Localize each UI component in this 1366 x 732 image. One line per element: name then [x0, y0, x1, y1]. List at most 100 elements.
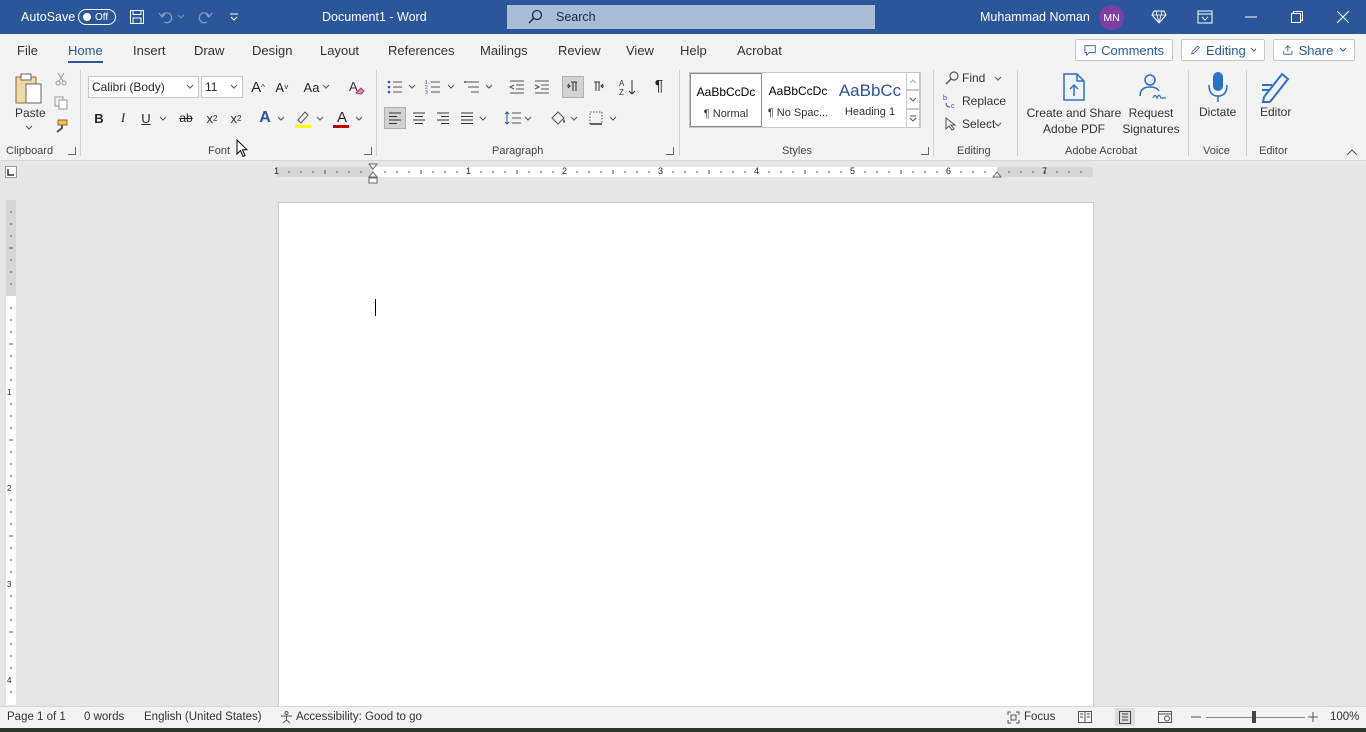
word-count[interactable]: 0 words [84, 711, 124, 723]
tab-review[interactable]: Review [558, 34, 601, 66]
style-heading-1[interactable]: AaBbCc Heading 1 [834, 73, 906, 127]
ltr-text-direction-icon[interactable] [562, 76, 584, 98]
rtl-text-direction-icon[interactable] [589, 78, 607, 96]
indent-marker-icon[interactable] [368, 162, 378, 186]
style-normal[interactable]: AaBbCcDc ¶ Normal [690, 73, 762, 127]
multilevel-dropdown-icon[interactable] [484, 82, 494, 90]
subscript-button[interactable]: x2 [203, 108, 221, 128]
tab-view[interactable]: View [626, 34, 654, 66]
superscript-button[interactable]: x2 [227, 108, 245, 128]
font-color-dropdown-icon[interactable] [354, 114, 364, 122]
zoom-in-icon[interactable] [1307, 711, 1319, 723]
justify-icon[interactable] [458, 109, 476, 127]
editing-mode-button[interactable]: Editing [1181, 39, 1265, 61]
editor-icon[interactable] [1259, 70, 1293, 104]
create-pdf-icon[interactable] [1059, 71, 1089, 103]
redo-icon[interactable] [196, 8, 214, 26]
align-left-icon[interactable] [384, 107, 406, 129]
tab-acrobat[interactable]: Acrobat [737, 34, 782, 66]
zoom-slider-thumb[interactable] [1252, 711, 1256, 723]
borders-icon[interactable] [587, 109, 605, 127]
increase-indent-icon[interactable] [533, 78, 551, 96]
share-button[interactable]: Share [1273, 39, 1355, 61]
justify-dropdown-icon[interactable] [478, 114, 488, 122]
collapse-ribbon-icon[interactable] [1345, 146, 1359, 158]
comments-button[interactable]: Comments [1075, 39, 1173, 61]
select-cursor-icon[interactable] [943, 116, 959, 132]
borders-dropdown-icon[interactable] [608, 114, 618, 122]
tab-file[interactable]: File [17, 34, 38, 66]
tab-draw[interactable]: Draw [194, 34, 224, 66]
tab-references[interactable]: References [388, 34, 454, 66]
styles-scroll-up-icon[interactable] [906, 72, 920, 90]
multilevel-list-icon[interactable] [463, 78, 481, 96]
numbering-dropdown-icon[interactable] [446, 82, 456, 90]
grow-font-icon[interactable]: A ^ [249, 77, 267, 97]
editor-label[interactable]: Editor [1260, 105, 1291, 119]
minimize-button[interactable] [1228, 0, 1274, 34]
create-share-pdf-label[interactable]: Create and Share Adobe PDF [1026, 105, 1122, 137]
clipboard-launcher-icon[interactable] [68, 147, 76, 155]
request-signatures-label[interactable]: Request Signatures [1116, 105, 1186, 137]
avatar[interactable]: MN [1099, 5, 1124, 30]
web-layout-icon[interactable] [1157, 710, 1173, 724]
page-count[interactable]: Page 1 of 1 [7, 711, 66, 723]
align-right-icon[interactable] [434, 109, 452, 127]
highlight-dropdown-icon[interactable] [315, 114, 325, 122]
right-indent-marker-icon[interactable] [992, 170, 1002, 178]
italic-button[interactable]: I [115, 108, 131, 128]
language-status[interactable]: English (United States) [144, 711, 262, 723]
style-no-spacing[interactable]: AaBbCcDc ¶ No Spac... [762, 73, 834, 127]
line-spacing-dropdown-icon[interactable] [523, 114, 533, 122]
vertical-ruler[interactable]: 1 2 3 4 [6, 200, 16, 705]
restore-button[interactable] [1274, 0, 1320, 34]
select-label[interactable]: Select [962, 117, 995, 131]
undo-dropdown-icon[interactable] [176, 8, 186, 26]
cut-icon[interactable] [53, 71, 69, 87]
find-dropdown-icon[interactable] [993, 74, 1003, 82]
align-center-icon[interactable] [410, 109, 428, 127]
document-page[interactable] [278, 202, 1094, 722]
text-effects-dropdown-icon[interactable] [276, 114, 286, 122]
tab-home[interactable]: Home [68, 34, 103, 66]
paste-dropdown-icon[interactable] [24, 123, 34, 131]
paragraph-launcher-icon[interactable] [666, 147, 674, 155]
shading-icon[interactable] [548, 108, 568, 128]
tab-design[interactable]: Design [252, 34, 292, 66]
text-effects-button[interactable]: A [256, 108, 274, 128]
styles-more-icon[interactable] [906, 109, 920, 128]
font-name-combo[interactable]: Calibri (Body) [88, 76, 199, 98]
copy-icon[interactable] [53, 95, 69, 111]
replace-icon[interactable]: bc [942, 93, 960, 109]
tab-selector-icon[interactable] [5, 166, 17, 178]
focus-label[interactable]: Focus [1024, 711, 1055, 723]
font-launcher-icon[interactable] [364, 147, 372, 155]
clear-formatting-icon[interactable]: A [346, 77, 366, 97]
premium-diamond-icon[interactable] [1150, 8, 1168, 26]
save-icon[interactable] [128, 8, 146, 26]
accessibility-icon[interactable] [279, 710, 293, 724]
microphone-icon[interactable] [1205, 70, 1231, 104]
autosave-toggle[interactable]: Off [78, 9, 116, 25]
paste-label[interactable]: Paste [15, 106, 46, 120]
line-spacing-icon[interactable] [503, 109, 523, 127]
font-size-combo[interactable]: 11 [201, 76, 243, 98]
search-box[interactable]: Search [507, 5, 875, 29]
tab-mailings[interactable]: Mailings [480, 34, 528, 66]
format-painter-icon[interactable] [53, 118, 69, 134]
horizontal-ruler[interactable]: 1 1 2 3 4 5 6 7 [274, 166, 1093, 177]
tab-help[interactable]: Help [680, 34, 707, 66]
find-icon[interactable] [944, 70, 960, 86]
focus-icon[interactable] [1006, 710, 1020, 724]
tab-layout[interactable]: Layout [320, 34, 359, 66]
show-formatting-marks-icon[interactable]: ¶ [650, 77, 668, 97]
replace-label[interactable]: Replace [962, 94, 1006, 108]
change-case-button[interactable]: Aa [302, 77, 332, 97]
tab-insert[interactable]: Insert [133, 34, 166, 66]
customize-toolbar-icon[interactable] [225, 8, 243, 26]
dictate-label[interactable]: Dictate [1199, 105, 1236, 119]
font-color-button[interactable]: A [332, 108, 352, 130]
strikethrough-button[interactable]: ab [176, 108, 196, 128]
print-layout-icon[interactable] [1115, 708, 1135, 726]
numbering-icon[interactable]: 123 [424, 78, 442, 96]
